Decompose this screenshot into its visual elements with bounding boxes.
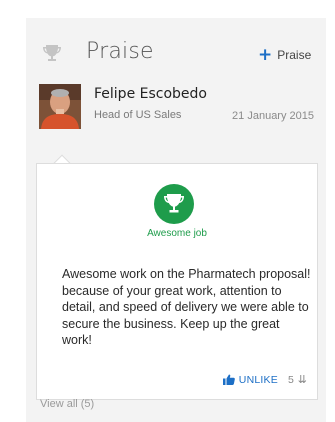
thumbs-up-icon [222, 370, 235, 389]
badge-label: Awesome job [147, 228, 207, 239]
praise-header: Praise + Praise [26, 36, 326, 72]
plus-icon: + [258, 44, 273, 65]
trophy-icon [41, 43, 63, 65]
praise-panel: Praise + Praise Felipe Escobedo Head of … [26, 18, 326, 422]
praise-author: Felipe Escobedo Head of US Sales 21 Janu… [26, 84, 326, 132]
praise-date: 21 January 2015 [232, 110, 314, 122]
badge-trophy-icon [154, 184, 194, 224]
double-chevron-down-icon[interactable]: ⇊ [298, 373, 307, 386]
praise-card: Awesome job Awesome work on the Pharmate… [36, 163, 318, 400]
page: Praise + Praise Felipe Escobedo Head of … [0, 0, 335, 422]
avatar[interactable] [39, 84, 81, 129]
view-all-link[interactable]: View all (5) [40, 398, 94, 410]
praise-actions: UNLIKE 5 ⇊ [222, 370, 307, 389]
add-praise-label: Praise [277, 48, 312, 62]
unlike-label: UNLIKE [238, 373, 278, 386]
like-count: 5 [287, 373, 294, 386]
author-role: Head of US Sales [94, 109, 182, 121]
praise-message: Awesome work on the Pharmatech proposal!… [62, 267, 311, 347]
author-name[interactable]: Felipe Escobedo [94, 86, 207, 102]
add-praise-button[interactable]: + Praise [258, 44, 311, 66]
unlike-button[interactable]: UNLIKE [222, 370, 278, 389]
panel-title: Praise [86, 39, 154, 64]
